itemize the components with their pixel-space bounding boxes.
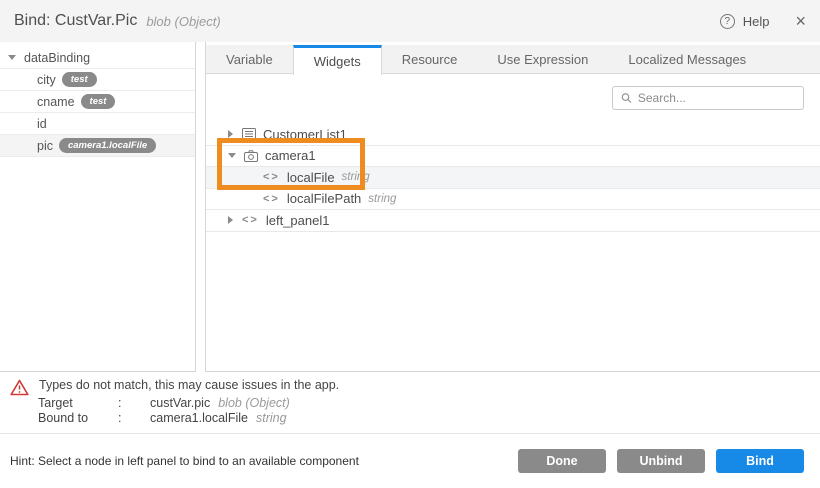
tree-node-label: id bbox=[37, 117, 47, 131]
code-property-icon: <> bbox=[263, 193, 280, 205]
warning-target-type: blob (Object) bbox=[218, 396, 290, 411]
dialog-header: Bind: CustVar.Pic blob (Object) ? Help × bbox=[0, 0, 820, 42]
tree-node-databinding[interactable]: dataBinding bbox=[0, 47, 195, 69]
warning-boundto-row: Bound to : camera1.localFile string bbox=[0, 411, 820, 426]
bind-dialog: Bind: CustVar.Pic blob (Object) ? Help ×… bbox=[0, 0, 820, 488]
warning-boundto-type: string bbox=[256, 411, 287, 426]
dialog-subtitle-type: blob (Object) bbox=[146, 14, 220, 29]
code-property-icon: <> bbox=[263, 171, 280, 183]
warning-icon bbox=[10, 379, 29, 396]
chevron-right-icon bbox=[228, 130, 233, 138]
widget-node-type: string bbox=[342, 171, 370, 183]
widget-node-label: left_panel1 bbox=[266, 213, 330, 228]
help-link[interactable]: Help bbox=[743, 14, 770, 29]
bound-value-badge: test bbox=[62, 72, 97, 87]
unbind-button[interactable]: Unbind bbox=[617, 449, 705, 473]
tree-node-city[interactable]: city test bbox=[0, 69, 195, 91]
tree-node-pic[interactable]: pic camera1.localFile bbox=[0, 135, 195, 157]
footer: Hint: Select a node in left panel to bin… bbox=[0, 434, 820, 488]
warning-boundto-value: camera1.localFile bbox=[150, 411, 248, 426]
warning-target-value: custVar.pic bbox=[150, 396, 210, 411]
tree-node-label: dataBinding bbox=[24, 51, 90, 65]
bound-value-badge: camera1.localFile bbox=[59, 138, 156, 153]
tree-node-label: cname bbox=[37, 95, 75, 109]
widget-node-label: localFilePath bbox=[287, 191, 361, 206]
tab-bar: Variable Widgets Resource Use Expression… bbox=[206, 45, 820, 74]
bind-button[interactable]: Bind bbox=[716, 449, 804, 473]
widget-node-type: string bbox=[368, 193, 396, 205]
close-icon[interactable]: × bbox=[795, 13, 806, 29]
list-widget-icon bbox=[242, 128, 256, 140]
search-icon bbox=[621, 92, 632, 104]
tree-node-cname[interactable]: cname test bbox=[0, 91, 195, 113]
tree-node-id[interactable]: id bbox=[0, 113, 195, 135]
tab-localized-messages[interactable]: Localized Messages bbox=[608, 45, 766, 74]
widget-node-customerlist1[interactable]: CustomerList1 bbox=[206, 124, 820, 146]
widget-node-camera1[interactable]: camera1 bbox=[206, 146, 820, 168]
widget-node-left-panel1[interactable]: <> left_panel1 bbox=[206, 210, 820, 232]
chevron-right-icon bbox=[228, 216, 233, 224]
widget-node-label: CustomerList1 bbox=[263, 127, 347, 142]
code-property-icon: <> bbox=[242, 214, 259, 226]
type-mismatch-warning: Types do not match, this may cause issue… bbox=[0, 378, 820, 426]
widget-tree: CustomerList1 camera1 <> localFile strin… bbox=[206, 124, 820, 232]
target-tree-panel: dataBinding city test cname test id pic … bbox=[0, 42, 196, 372]
tab-widgets[interactable]: Widgets bbox=[293, 45, 382, 75]
source-panel: Variable Widgets Resource Use Expression… bbox=[205, 42, 820, 372]
warning-separator: : bbox=[118, 396, 150, 411]
dialog-title: Bind: CustVar.Pic bbox=[14, 12, 137, 30]
warning-message: Types do not match, this may cause issue… bbox=[39, 378, 339, 393]
camera-icon bbox=[244, 150, 258, 162]
tab-variable[interactable]: Variable bbox=[206, 45, 293, 74]
warning-boundto-label: Bound to bbox=[38, 411, 118, 426]
search-box[interactable] bbox=[612, 86, 804, 110]
chevron-down-icon bbox=[228, 153, 236, 158]
tab-use-expression[interactable]: Use Expression bbox=[477, 45, 608, 74]
widget-node-label: camera1 bbox=[265, 148, 316, 163]
widget-node-localfile[interactable]: <> localFile string bbox=[206, 167, 820, 189]
help-icon[interactable]: ? bbox=[720, 14, 735, 29]
bound-value-badge: test bbox=[81, 94, 116, 109]
warning-target-row: Target : custVar.pic blob (Object) bbox=[0, 396, 820, 411]
hint-text: Hint: Select a node in left panel to bin… bbox=[10, 454, 359, 468]
tab-resource[interactable]: Resource bbox=[382, 45, 478, 74]
search-input[interactable] bbox=[638, 91, 795, 105]
warning-target-label: Target bbox=[38, 396, 118, 411]
done-button[interactable]: Done bbox=[518, 449, 606, 473]
chevron-down-icon bbox=[8, 55, 16, 60]
widget-node-label: localFile bbox=[287, 170, 335, 185]
tree-node-label: city bbox=[37, 73, 56, 87]
widget-node-localfilepath[interactable]: <> localFilePath string bbox=[206, 189, 820, 211]
tree-node-label: pic bbox=[37, 139, 53, 153]
warning-separator: : bbox=[118, 411, 150, 426]
